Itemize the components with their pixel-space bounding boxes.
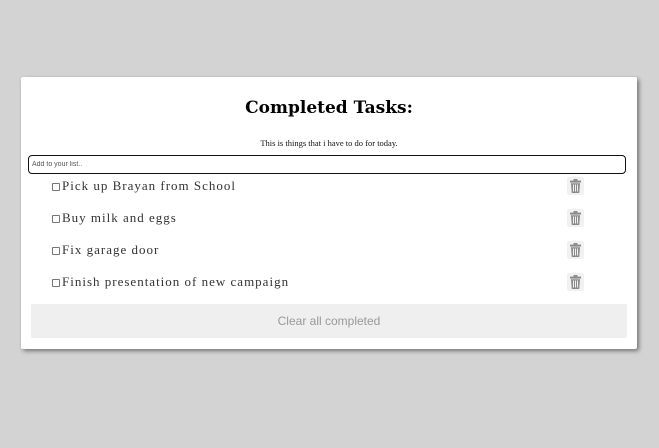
delete-task-button[interactable] <box>567 209 584 227</box>
task-item: Finish presentation of new campaign <box>21 270 637 302</box>
delete-task-button[interactable] <box>567 241 584 259</box>
trash-icon <box>570 275 581 289</box>
task-label[interactable]: Buy milk and eggs <box>62 210 177 226</box>
delete-task-button[interactable] <box>567 177 584 195</box>
task-item: Fix garage door <box>21 238 637 270</box>
task-checkbox[interactable] <box>52 215 60 223</box>
task-item: Buy milk and eggs <box>21 206 637 238</box>
add-task-input[interactable] <box>28 155 626 174</box>
delete-task-button[interactable] <box>567 273 584 291</box>
task-list: Pick up Brayan from School Buy milk and … <box>21 174 637 302</box>
task-label[interactable]: Finish presentation of new campaign <box>62 274 289 290</box>
task-label[interactable]: Pick up Brayan from School <box>62 178 236 194</box>
page-title: Completed Tasks: <box>245 98 413 118</box>
task-checkbox[interactable] <box>52 247 60 255</box>
trash-icon <box>570 211 581 225</box>
task-label[interactable]: Fix garage door <box>62 242 159 258</box>
task-item: Pick up Brayan from School <box>21 174 637 206</box>
trash-icon <box>570 179 581 193</box>
clear-completed-button[interactable]: Clear all completed <box>31 304 627 338</box>
trash-icon <box>570 243 581 257</box>
task-checkbox[interactable] <box>52 183 60 191</box>
todo-card: Completed Tasks: This is things that i h… <box>21 77 637 349</box>
task-checkbox[interactable] <box>52 279 60 287</box>
page-subtitle: This is things that i have to do for tod… <box>260 138 398 148</box>
